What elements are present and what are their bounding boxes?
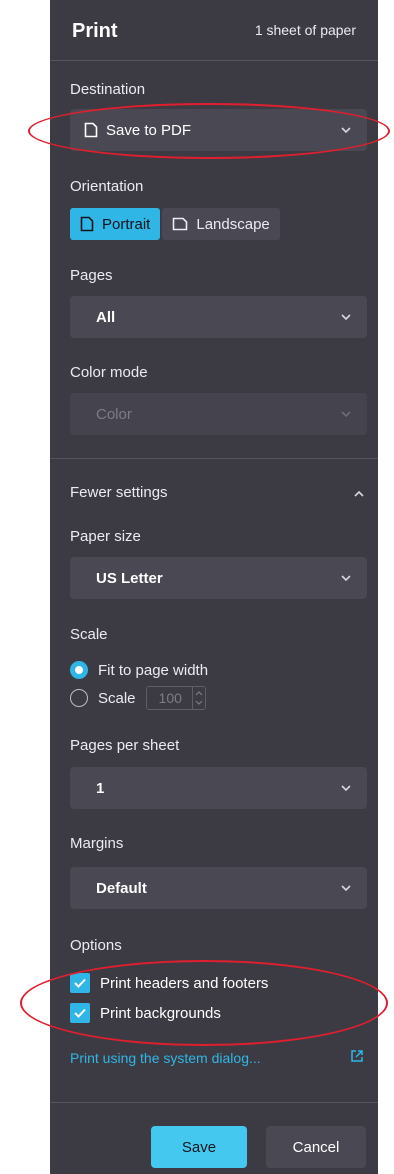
pages-per-sheet-select[interactable]: 1 — [70, 767, 367, 809]
options-label: Options — [70, 937, 122, 954]
chevron-down-icon — [341, 411, 351, 418]
landscape-icon — [173, 217, 188, 231]
portrait-label: Portrait — [102, 215, 151, 233]
pages-per-sheet-value: 1 — [96, 779, 105, 797]
page-title: Print — [72, 20, 118, 42]
custom-scale-label: Scale — [98, 689, 136, 707]
margins-label: Margins — [70, 835, 124, 852]
pages-label: Pages — [70, 267, 113, 284]
chevron-down-icon — [341, 785, 351, 792]
cancel-button[interactable]: Cancel — [266, 1126, 366, 1168]
chevron-down-icon — [341, 314, 351, 321]
orientation-label: Orientation — [70, 178, 144, 195]
scale-label: Scale — [70, 626, 108, 643]
pages-per-sheet-label: Pages per sheet — [70, 737, 180, 754]
footer-divider — [50, 1102, 378, 1103]
header-divider — [50, 60, 378, 61]
fit-to-page-label: Fit to page width — [98, 661, 209, 679]
fewer-settings-toggle[interactable]: Fewer settings — [70, 484, 168, 501]
save-button[interactable]: Save — [151, 1126, 247, 1168]
destination-label: Destination — [70, 81, 146, 98]
scale-input[interactable]: 100 — [145, 686, 206, 710]
color-mode-select: Color — [70, 393, 367, 435]
paper-size-value: US Letter — [96, 569, 163, 587]
color-mode-value: Color — [96, 405, 132, 423]
scale-value: 100 — [158, 690, 182, 706]
sheet-count: 1 sheet of paper — [254, 22, 356, 38]
paper-size-label: Paper size — [70, 528, 141, 545]
portrait-button[interactable]: Portrait — [70, 208, 161, 240]
paper-size-select[interactable]: US Letter — [70, 557, 367, 599]
chevron-up-icon[interactable] — [352, 487, 366, 501]
radio-unselected-icon[interactable] — [70, 689, 88, 707]
margins-select[interactable]: Default — [70, 867, 367, 909]
annotation-ellipse-destination — [28, 103, 390, 159]
custom-scale-option[interactable]: Scale 100 — [70, 686, 206, 710]
annotation-ellipse-options — [20, 960, 388, 1046]
landscape-label: Landscape — [196, 215, 270, 233]
color-mode-label: Color mode — [70, 364, 148, 381]
scale-stepper[interactable] — [191, 687, 205, 709]
chevron-down-icon — [341, 575, 351, 582]
margins-value: Default — [96, 879, 147, 897]
external-link-icon[interactable] — [350, 1049, 364, 1063]
radio-selected-icon[interactable] — [70, 661, 88, 679]
pages-value: All — [96, 308, 116, 326]
chevron-down-icon — [341, 885, 351, 892]
landscape-button[interactable]: Landscape — [162, 208, 280, 240]
orientation-toggle: Portrait Landscape — [70, 208, 280, 240]
portrait-icon — [80, 216, 94, 232]
pages-select[interactable]: All — [70, 296, 367, 338]
section-divider — [50, 458, 378, 459]
stepper-arrows-icon — [195, 691, 202, 705]
fit-to-page-option[interactable]: Fit to page width — [70, 661, 208, 679]
system-dialog-link[interactable]: Print using the system dialog... — [70, 1050, 261, 1066]
